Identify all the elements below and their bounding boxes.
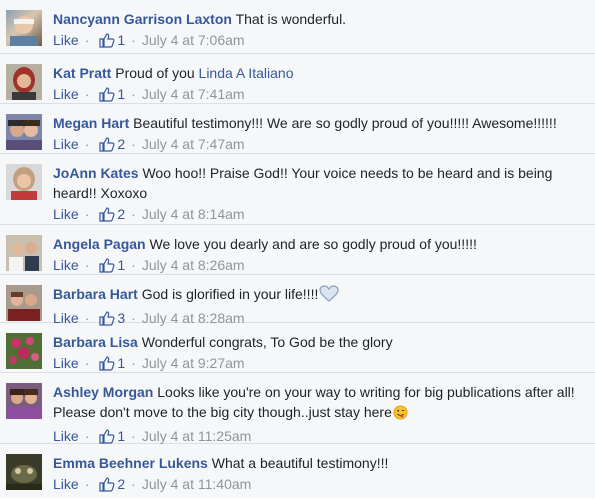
comment-body: Proud of you [115,65,195,81]
comment-body: Beautiful testimony!!! We are so godly p… [133,115,557,131]
comment-item: Nancyann Garrison Laxton That is wonderf… [0,0,595,54]
comment-text: Megan Hart Beautiful testimony!!! We are… [53,113,587,133]
comment-timestamp[interactable]: July 4 at 8:26am [142,257,245,273]
comment-author[interactable]: Barbara Hart [53,286,138,302]
comment-body: Wonderful congrats, To God be the glory [141,334,393,350]
comment-timestamp[interactable]: July 4 at 7:06am [142,32,245,48]
comment-text: Nancyann Garrison Laxton That is wonderf… [53,9,587,29]
comment-author[interactable]: JoAnn Kates [53,165,139,181]
comment-body: We love you dearly and are so godly prou… [149,236,477,252]
comment-timestamp[interactable]: July 4 at 7:47am [142,136,245,152]
avatar[interactable] [6,10,42,46]
comment-author[interactable]: Nancyann Garrison Laxton [53,11,232,27]
comment-text: Emma Beehner Lukens What a beautiful tes… [53,453,587,473]
like-count[interactable]: 1 [117,257,125,273]
like-button[interactable]: Like [53,86,79,102]
comment-item: Barbara Lisa Wonderful congrats, To God … [0,323,595,373]
thumbs-up-icon[interactable] [99,206,115,227]
heart-icon [319,285,339,307]
like-count[interactable]: 2 [117,476,125,492]
thumbs-up-icon[interactable] [99,476,115,497]
comment-text: Kat Pratt Proud of you Linda A Italiano [53,63,587,83]
comment-timestamp[interactable]: July 4 at 7:41am [142,86,245,102]
comment-text: Angela Pagan We love you dearly and are … [53,234,587,254]
avatar[interactable] [6,454,42,490]
thumbs-up-icon[interactable] [99,32,115,53]
comment-item: Angela Pagan We love you dearly and are … [0,225,595,275]
like-count[interactable]: 1 [117,86,125,102]
comment-timestamp[interactable]: July 4 at 11:40am [142,476,251,492]
comment-author[interactable]: Barbara Lisa [53,334,138,350]
like-button[interactable]: Like [53,206,79,222]
comment-item: Barbara Hart God is glorified in your li… [0,275,595,326]
like-button[interactable]: Like [53,476,79,492]
like-count[interactable]: 1 [117,32,125,48]
comment-item: Emma Beehner Lukens What a beautiful tes… [0,444,595,498]
comment-timestamp[interactable]: July 4 at 11:25am [142,428,251,444]
comment-body: What a beautiful testimony!!! [211,455,389,471]
comment-meta: Like · 1 · July 4 at 7:06am [53,30,587,53]
like-count[interactable]: 1 [117,355,125,371]
like-count[interactable]: 2 [117,136,125,152]
mention-link[interactable]: Linda A Italiano [199,65,294,81]
winking-tongue-emoji-icon [393,405,408,425]
avatar[interactable] [6,114,42,150]
like-button[interactable]: Like [53,428,79,444]
comment-author[interactable]: Angela Pagan [53,236,146,252]
comment-timestamp[interactable]: July 4 at 8:14am [142,206,245,222]
comment-body: God is glorified in your life!!!! [141,286,319,302]
comment-author[interactable]: Megan Hart [53,115,129,131]
avatar[interactable] [6,285,42,321]
like-button[interactable]: Like [53,136,79,152]
comment-meta: Like · 2 · July 4 at 11:40am [53,474,587,497]
like-count[interactable]: 1 [117,428,125,444]
avatar[interactable] [6,64,42,100]
avatar[interactable] [6,333,42,369]
comment-text: Barbara Lisa Wonderful congrats, To God … [53,332,587,352]
comment-timestamp[interactable]: July 4 at 9:27am [142,355,245,371]
like-button[interactable]: Like [53,355,79,371]
comment-meta: Like · 2 · July 4 at 8:14am [53,204,587,227]
avatar[interactable] [6,383,42,419]
like-count[interactable]: 2 [117,206,125,222]
avatar[interactable] [6,235,42,271]
comment-item: Megan Hart Beautiful testimony!!! We are… [0,104,595,154]
avatar[interactable] [6,164,42,200]
comment-text: JoAnn Kates Woo hoo!! Praise God!! Your … [53,163,587,203]
comment-author[interactable]: Emma Beehner Lukens [53,455,208,471]
like-button[interactable]: Like [53,257,79,273]
comment-item: Ashley Morgan Looks like you're on your … [0,373,595,444]
comment-author[interactable]: Ashley Morgan [53,384,153,400]
comment-item: Kat Pratt Proud of you Linda A Italiano … [0,54,595,104]
comment-text: Ashley Morgan Looks like you're on your … [53,382,587,425]
comment-author[interactable]: Kat Pratt [53,65,111,81]
comment-text: Barbara Hart God is glorified in your li… [53,284,587,307]
like-button[interactable]: Like [53,32,79,48]
comment-body: That is wonderful. [235,11,347,27]
comment-item: JoAnn Kates Woo hoo!! Praise God!! Your … [0,154,595,225]
